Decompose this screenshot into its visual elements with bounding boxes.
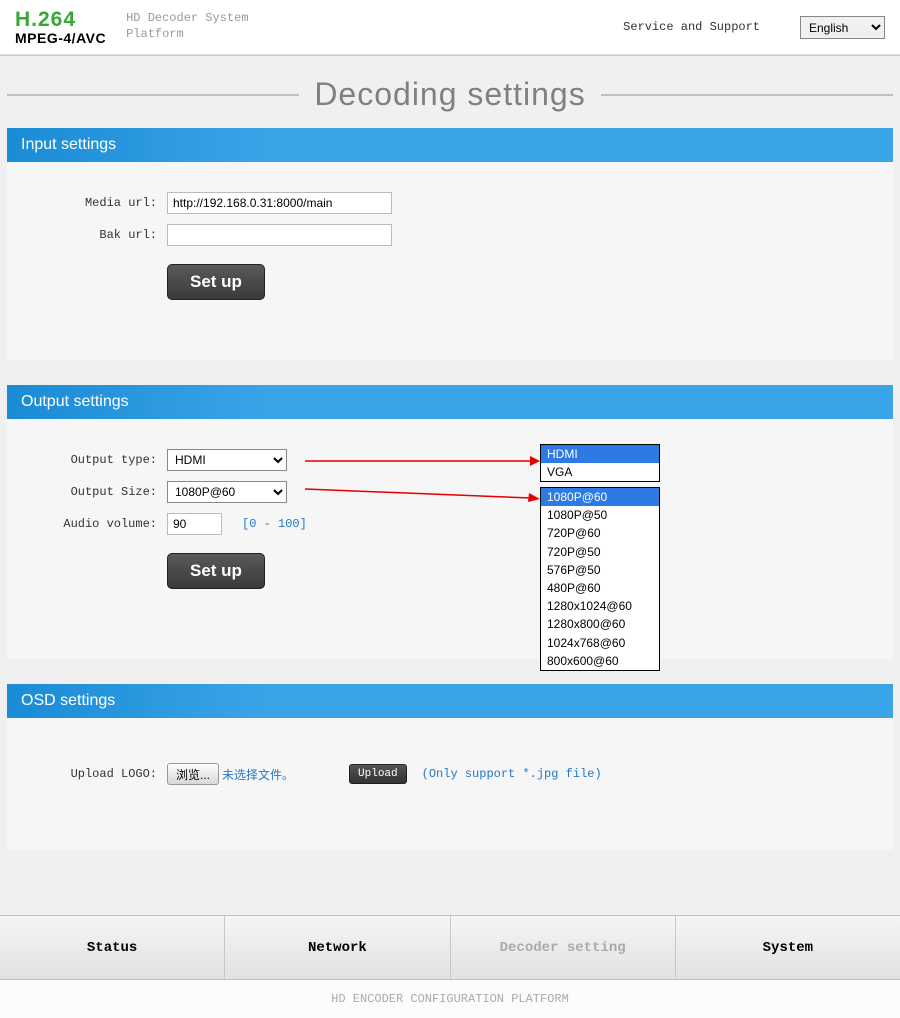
page-title: Decoding settings: [299, 76, 600, 113]
output-type-select[interactable]: HDMI: [167, 449, 287, 471]
logo-h264: H.264: [15, 9, 106, 30]
logo: H.264 MPEG-4/AVC: [15, 9, 106, 46]
dd-item-720p50[interactable]: 720P@50: [541, 543, 659, 561]
dd-item-1024x768[interactable]: 1024x768@60: [541, 634, 659, 652]
nav-status[interactable]: Status: [0, 916, 225, 979]
footer-text: HD ENCODER CONFIGURATION PLATFORM: [0, 980, 900, 1018]
osd-settings-panel: OSD settings Upload LOGO: 浏览... 未选择文件。 U…: [7, 684, 893, 850]
dd-item-hdmi[interactable]: HDMI: [541, 445, 659, 463]
output-setup-button[interactable]: Set up: [167, 553, 265, 589]
dd-item-576p50[interactable]: 576P@50: [541, 561, 659, 579]
output-size-dropdown[interactable]: 1080P@60 1080P@50 720P@60 720P@50 576P@5…: [540, 487, 660, 671]
file-hint: (Only support *.jpg file): [422, 767, 602, 781]
browse-button[interactable]: 浏览...: [167, 763, 219, 785]
upload-button[interactable]: Upload: [349, 764, 407, 784]
audio-volume-input[interactable]: [167, 513, 222, 535]
page-title-wrap: Decoding settings: [7, 76, 893, 113]
file-status: 未选择文件。: [222, 766, 294, 783]
bak-url-input[interactable]: [167, 224, 392, 246]
dd-item-1080p50[interactable]: 1080P@50: [541, 506, 659, 524]
header-subtitle: HD Decoder System Platform: [126, 11, 248, 42]
media-url-label: Media url:: [22, 196, 167, 210]
upload-logo-label: Upload LOGO:: [22, 767, 167, 781]
subtitle-line1: HD Decoder System: [126, 11, 248, 27]
input-settings-header: Input settings: [7, 128, 893, 162]
dd-item-720p60[interactable]: 720P@60: [541, 524, 659, 542]
bak-url-label: Bak url:: [22, 228, 167, 242]
nav-decoder[interactable]: Decoder setting: [451, 916, 676, 979]
service-support-link[interactable]: Service and Support: [623, 20, 760, 34]
output-type-dropdown[interactable]: HDMI VGA: [540, 444, 660, 482]
output-size-label: Output Size:: [22, 485, 167, 499]
output-settings-panel: Output settings Output type: HDMI Output…: [7, 385, 893, 659]
output-type-label: Output type:: [22, 453, 167, 467]
arrow-output-type: [305, 453, 540, 469]
dd-item-800x600[interactable]: 800x600@60: [541, 652, 659, 670]
input-setup-button[interactable]: Set up: [167, 264, 265, 300]
dd-item-1280x1024[interactable]: 1280x1024@60: [541, 597, 659, 615]
output-settings-header: Output settings: [7, 385, 893, 419]
top-header: H.264 MPEG-4/AVC HD Decoder System Platf…: [0, 0, 900, 55]
logo-mpeg: MPEG-4/AVC: [15, 30, 106, 46]
audio-volume-hint: [0 - 100]: [242, 517, 307, 531]
audio-volume-label: Audio volume:: [22, 517, 167, 531]
output-size-select[interactable]: 1080P@60: [167, 481, 287, 503]
osd-settings-header: OSD settings: [7, 684, 893, 718]
subtitle-line2: Platform: [126, 27, 248, 43]
nav-system[interactable]: System: [676, 916, 900, 979]
title-line-left: [7, 94, 299, 96]
input-settings-panel: Input settings Media url: Bak url: Set u…: [7, 128, 893, 360]
footer-nav: Status Network Decoder setting System: [0, 915, 900, 980]
dd-item-1280x800[interactable]: 1280x800@60: [541, 615, 659, 633]
nav-network[interactable]: Network: [225, 916, 450, 979]
dd-item-vga[interactable]: VGA: [541, 463, 659, 481]
arrow-output-size: [305, 483, 540, 503]
title-line-right: [601, 94, 893, 96]
dd-item-480p60[interactable]: 480P@60: [541, 579, 659, 597]
media-url-input[interactable]: [167, 192, 392, 214]
language-select[interactable]: English: [800, 16, 885, 39]
dd-item-1080p60[interactable]: 1080P@60: [541, 488, 659, 506]
